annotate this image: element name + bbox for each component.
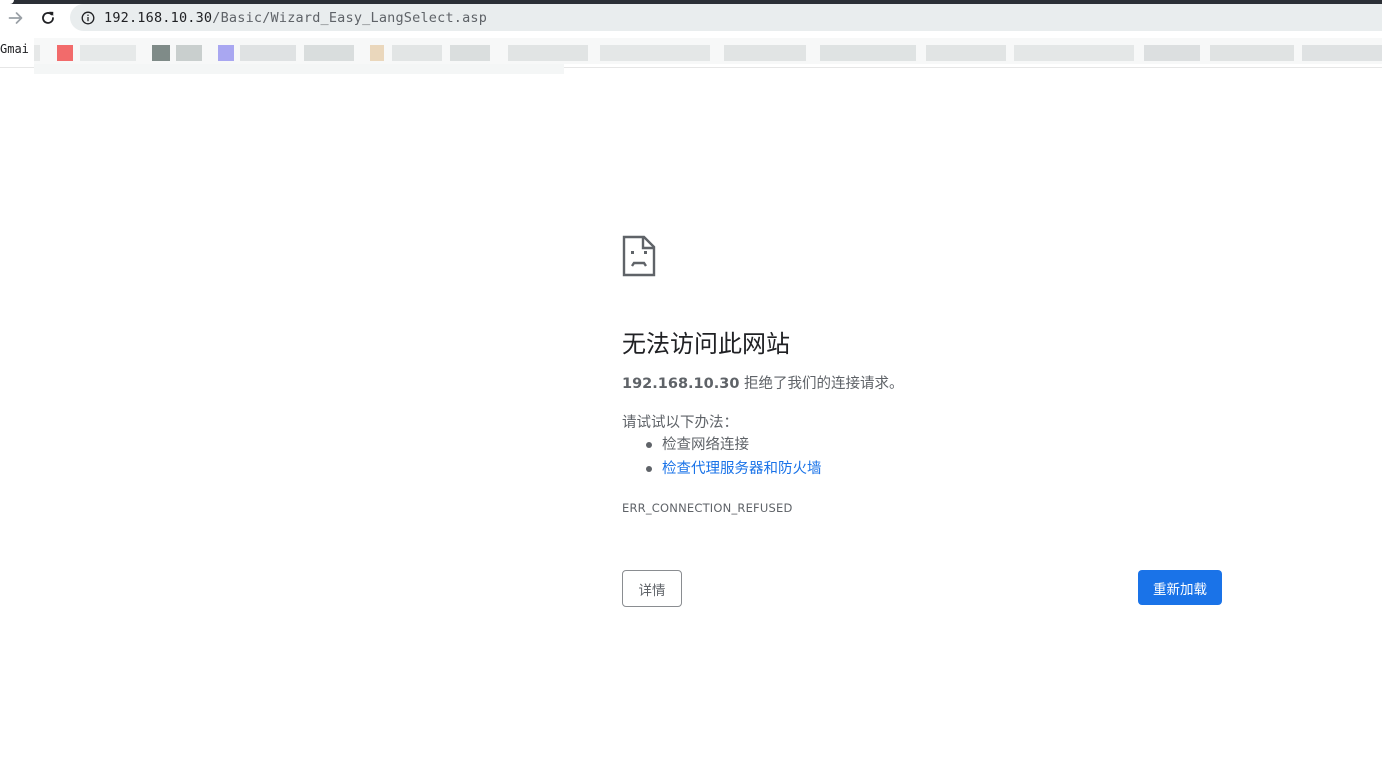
details-button[interactable]: 详情 [622,570,682,607]
info-icon[interactable] [80,10,96,26]
bookmarks-blurred-area [34,38,1382,64]
reload-button[interactable]: 重新加载 [1138,570,1222,605]
sad-document-icon [622,235,656,277]
suggestions-list: 检查网络连接 检查代理服务器和防火墙 [622,433,822,481]
error-host: 192.168.10.30 [622,376,740,392]
arrow-forward-icon [8,12,23,24]
suggestion-check-proxy-firewall: 检查代理服务器和防火墙 [622,457,822,481]
reload-page-button[interactable] [35,5,61,31]
browser-toolbar: 192.168.10.30/Basic/Wizard_Easy_LangSele… [0,4,1382,34]
url-path: /Basic/Wizard_Easy_LangSelect.asp [212,9,488,26]
url-text: 192.168.10.30/Basic/Wizard_Easy_LangSele… [104,10,487,26]
reload-icon [42,11,54,24]
suggestion-label: 检查网络连接 [662,437,749,453]
address-bar[interactable]: 192.168.10.30/Basic/Wizard_Easy_LangSele… [70,4,1382,31]
bookmarks-bar: Gmai [0,34,1382,74]
suggestion-check-network: 检查网络连接 [622,433,822,457]
error-summary: 192.168.10.30 拒绝了我们的连接请求。 [622,372,904,393]
check-proxy-firewall-link[interactable]: 检查代理服务器和防火墙 [662,461,822,477]
error-summary-text: 拒绝了我们的连接请求。 [739,376,904,392]
error-code: ERR_CONNECTION_REFUSED [622,501,793,515]
url-host: 192.168.10.30 [104,9,213,26]
error-heading: 无法访问此网站 [622,330,790,358]
suggestions-title: 请试试以下办法： [622,415,738,431]
forward-button[interactable] [3,5,29,31]
bookmarks-blurred-overflow [34,64,564,74]
bookmark-gmail[interactable]: Gmai [0,42,29,56]
